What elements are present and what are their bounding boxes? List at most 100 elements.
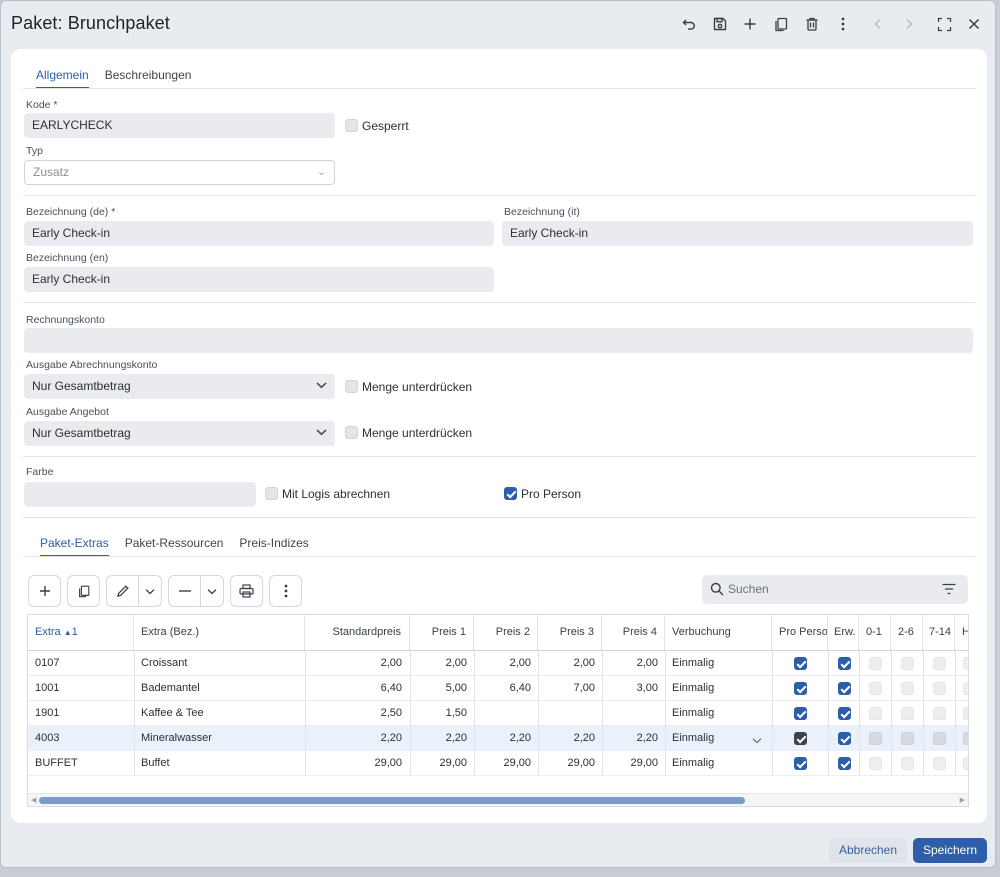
erw-checkbox[interactable] (838, 682, 851, 695)
cell-verbuchung[interactable]: Einmalig (665, 751, 772, 776)
pro-person-row-checkbox[interactable] (794, 732, 807, 745)
table-row[interactable]: 1901 Kaffee & Tee 2,50 1,50 Einmalig (28, 701, 968, 726)
header-preis-4[interactable]: Preis 4 (602, 615, 665, 650)
header-pro-person[interactable]: Pro Person (772, 615, 828, 650)
delete-icon[interactable] (800, 12, 824, 36)
cell-extra[interactable]: 0107 (28, 651, 134, 676)
bez-de-field[interactable]: Early Check-in (24, 221, 494, 246)
tab-preis-indizes[interactable]: Preis-Indizes (231, 533, 316, 557)
pro-person-row-checkbox[interactable] (794, 657, 807, 670)
save-button[interactable]: Speichern (913, 838, 987, 863)
tab-paket-extras[interactable]: Paket-Extras (32, 533, 117, 557)
save-icon[interactable] (708, 12, 732, 36)
chevron-right-icon[interactable] (897, 12, 921, 36)
cell-preis-4[interactable]: 29,00 (602, 751, 665, 776)
rechnungskonto-field[interactable] (24, 328, 973, 353)
cell-standardpreis[interactable]: 2,50 (305, 701, 410, 726)
cell-preis-2[interactable]: 29,00 (474, 751, 538, 776)
cell-preis-1[interactable]: 5,00 (410, 676, 474, 701)
cell-preis-4[interactable]: 2,20 (602, 726, 665, 751)
cell-extra-bez[interactable]: Buffet (134, 751, 305, 776)
chevron-down-icon[interactable] (138, 576, 161, 606)
pencil-icon[interactable] (107, 576, 138, 606)
cell-preis-3[interactable]: 7,00 (538, 676, 602, 701)
gesperrt-checkbox[interactable] (345, 119, 358, 132)
cancel-button[interactable]: Abbrechen (829, 838, 907, 863)
cell-preis-1[interactable]: 2,20 (410, 726, 474, 751)
cell-preis-3[interactable]: 29,00 (538, 751, 602, 776)
erw-checkbox[interactable] (838, 757, 851, 770)
age-2-6-checkbox[interactable] (901, 707, 914, 720)
erw-checkbox[interactable] (838, 707, 851, 720)
cell-preis-2[interactable]: 2,20 (474, 726, 538, 751)
header-extra-bez[interactable]: Extra (Bez.) (134, 615, 305, 650)
h-checkbox[interactable] (963, 707, 968, 720)
cell-verbuchung[interactable]: Einmalig (665, 651, 772, 676)
cell-verbuchung[interactable]: Einmalig (665, 676, 772, 701)
pro-person-row-checkbox[interactable] (794, 707, 807, 720)
header-extra[interactable]: Extra ▲1 (28, 615, 134, 650)
header-h[interactable]: H (955, 615, 968, 650)
cell-standardpreis[interactable]: 2,20 (305, 726, 410, 751)
cell-preis-3[interactable]: 2,20 (538, 726, 602, 751)
cell-preis-1[interactable]: 29,00 (410, 751, 474, 776)
h-checkbox[interactable] (963, 682, 968, 695)
copy-row-button[interactable] (67, 575, 100, 607)
age-7-14-checkbox[interactable] (933, 682, 946, 695)
ausgabe-angebot-select[interactable]: Nur Gesamtbetrag (24, 421, 335, 446)
tab-paket-ressourcen[interactable]: Paket-Ressourcen (117, 533, 232, 557)
scrollbar-thumb[interactable] (39, 797, 745, 804)
age-2-6-checkbox[interactable] (901, 682, 914, 695)
age-7-14-checkbox[interactable] (933, 707, 946, 720)
age-0-1-checkbox[interactable] (869, 732, 882, 745)
more-vertical-icon[interactable] (831, 12, 855, 36)
erw-checkbox[interactable] (838, 657, 851, 670)
cell-preis-3[interactable] (538, 701, 602, 726)
menge-unterdruecken-1-checkbox[interactable] (345, 380, 358, 393)
cell-extra-bez[interactable]: Kaffee & Tee (134, 701, 305, 726)
cell-extra-bez[interactable]: Bademantel (134, 676, 305, 701)
header-verbuchung[interactable]: Verbuchung (665, 615, 772, 650)
age-7-14-checkbox[interactable] (933, 757, 946, 770)
chevron-down-icon[interactable] (200, 576, 223, 606)
cell-preis-4[interactable] (602, 701, 665, 726)
erw-checkbox[interactable] (838, 732, 851, 745)
cell-verbuchung[interactable]: Einmalig (665, 701, 772, 726)
age-0-1-checkbox[interactable] (869, 757, 882, 770)
cell-extra[interactable]: 4003 (28, 726, 134, 751)
cell-preis-2[interactable]: 6,40 (474, 676, 538, 701)
pro-person-checkbox[interactable] (504, 487, 517, 500)
age-0-1-checkbox[interactable] (869, 707, 882, 720)
header-7-14[interactable]: 7-14 (923, 615, 955, 650)
cell-standardpreis[interactable]: 6,40 (305, 676, 410, 701)
cell-preis-2[interactable]: 2,00 (474, 651, 538, 676)
search-input[interactable]: Suchen (728, 582, 769, 596)
age-0-1-checkbox[interactable] (869, 682, 882, 695)
header-standardpreis[interactable]: Standardpreis (305, 615, 410, 650)
cell-preis-4[interactable]: 3,00 (602, 676, 665, 701)
cell-standardpreis[interactable]: 2,00 (305, 651, 410, 676)
cell-extra[interactable]: 1901 (28, 701, 134, 726)
undo-icon[interactable] (677, 12, 701, 36)
scroll-left-icon[interactable]: ◀ (31, 796, 36, 804)
filter-icon[interactable] (942, 583, 956, 598)
h-checkbox[interactable] (963, 757, 968, 770)
pro-person-row-checkbox[interactable] (794, 757, 807, 770)
farbe-field[interactable] (24, 482, 256, 507)
tab-allgemein[interactable]: Allgemein (28, 65, 97, 89)
typ-select[interactable]: Zusatz ⌄ (24, 160, 335, 185)
mit-logis-checkbox[interactable] (265, 487, 278, 500)
table-row[interactable]: 1001 Bademantel 6,40 5,00 6,40 7,00 3,00 Einmal… (28, 676, 968, 701)
add-icon[interactable] (738, 12, 762, 36)
minus-icon[interactable] (169, 576, 200, 606)
cell-preis-3[interactable]: 2,00 (538, 651, 602, 676)
table-row[interactable]: 4003 Mineralwasser 2,20 2,20 2,20 2,20 2,20 Ein… (28, 726, 968, 751)
age-7-14-checkbox[interactable] (933, 657, 946, 670)
print-button[interactable] (230, 575, 263, 607)
header-0-1[interactable]: 0-1 (859, 615, 891, 650)
table-row[interactable]: 0107 Croissant 2,00 2,00 2,00 2,00 2,00 Einmali… (28, 651, 968, 676)
kode-field[interactable]: EARLYCHECK (24, 113, 335, 138)
cell-extra-bez[interactable]: Mineralwasser (134, 726, 305, 751)
menge-unterdruecken-2-checkbox[interactable] (345, 426, 358, 439)
cell-extra-bez[interactable]: Croissant (134, 651, 305, 676)
